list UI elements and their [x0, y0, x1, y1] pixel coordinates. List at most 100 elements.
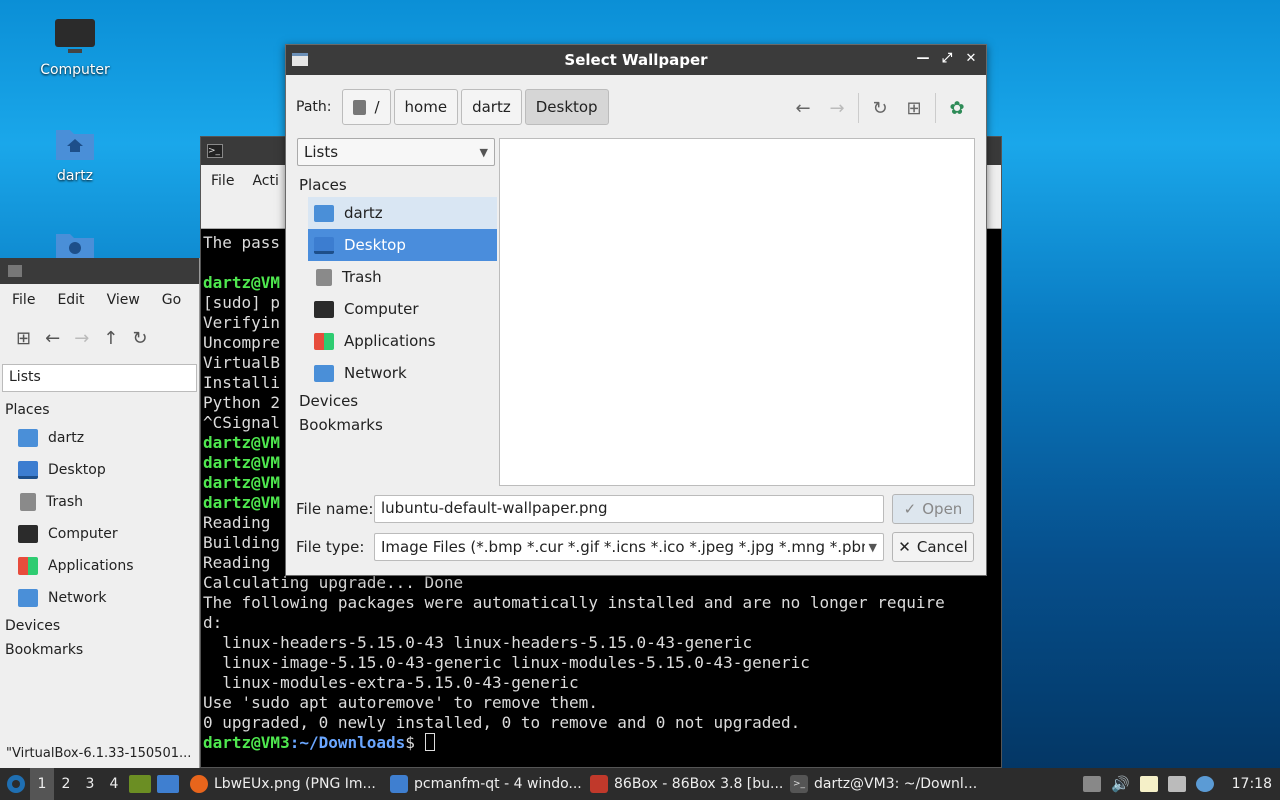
dialog-nav-buttons: ← → ↻ ⊞ ✿ [786, 93, 974, 123]
place-item-trash[interactable]: Trash [308, 261, 497, 293]
terminal-menu-actions[interactable]: Acti [252, 173, 278, 189]
up-arrow-icon[interactable]: ↑ [103, 328, 118, 349]
volume-icon[interactable]: 🔊 [1111, 775, 1130, 793]
clipboard-icon[interactable] [1139, 776, 1158, 792]
crumb-desktop[interactable]: Desktop [524, 89, 609, 125]
sidebar-item-desktop[interactable]: Desktop [0, 454, 199, 486]
maximize-icon[interactable]: ⤢ [938, 49, 956, 69]
filetype-select[interactable]: Image Files (*.bmp *.cur *.gif *.icns *.… [374, 533, 884, 561]
place-item-computer[interactable]: Computer [308, 293, 497, 325]
sidebar-item-trash[interactable]: Trash [0, 486, 199, 518]
open-button-label: Open [922, 500, 963, 518]
desktop-icon [314, 236, 334, 254]
place-label: Network [344, 364, 407, 382]
back-arrow-icon[interactable]: ← [786, 98, 820, 119]
crumb-home[interactable]: home [393, 89, 459, 125]
filetype-label: File type: [296, 538, 365, 556]
terminal-line: 0 upgraded, 0 newly installed, 0 to remo… [203, 713, 801, 732]
file-list-view[interactable] [499, 138, 975, 486]
cancel-button[interactable]: ✕ Cancel [892, 532, 974, 562]
desktop-icon-label: dartz [56, 168, 94, 184]
menu-file[interactable]: File [12, 292, 35, 308]
task-terminal[interactable]: >_ dartz@VM3: ~/Downl... [782, 768, 982, 800]
place-label: Applications [344, 332, 436, 350]
home-folder-icon [54, 124, 96, 164]
place-label: dartz [344, 204, 383, 222]
file-manager-toolbar: ⊞ ← → ↑ ↻ [0, 316, 199, 360]
menu-go[interactable]: Go [162, 292, 181, 308]
new-tab-icon[interactable]: ⊞ [16, 328, 31, 349]
workspace-4[interactable]: 4 [102, 776, 126, 792]
task-image-viewer[interactable]: LbwEUx.png (PNG Im... [182, 768, 382, 800]
workspace-2[interactable]: 2 [54, 776, 78, 792]
place-label: Computer [344, 300, 419, 318]
network-tray-icon[interactable] [1167, 776, 1186, 792]
terminal-menu-file[interactable]: File [211, 173, 234, 189]
settings-gear-icon[interactable]: ✿ [940, 98, 974, 119]
file-manager-titlebar[interactable] [0, 258, 199, 284]
86box-icon [590, 775, 608, 793]
menu-view[interactable]: View [107, 292, 140, 308]
place-item-applications[interactable]: Applications [308, 325, 497, 357]
terminal-line: d: [203, 613, 223, 632]
new-folder-icon[interactable]: ⊞ [897, 98, 931, 119]
view-mode-select[interactable]: Lists [2, 364, 197, 392]
lubuntu-logo-icon [7, 775, 25, 793]
reload-icon[interactable]: ↻ [132, 328, 147, 349]
sidebar-item-applications[interactable]: Applications [0, 550, 199, 582]
open-button[interactable]: ✓ Open [892, 494, 974, 524]
crumb-label: home [404, 98, 448, 116]
cancel-x-icon: ✕ [898, 538, 911, 556]
place-item-network[interactable]: Network [308, 357, 497, 389]
updates-icon[interactable] [1195, 776, 1214, 792]
terminal-prompt: dartz@VM [203, 273, 281, 292]
forward-arrow-icon[interactable]: → [74, 328, 89, 349]
path-bar: Path: / home dartz Desktop [296, 89, 609, 125]
sidebar-item-computer[interactable]: Computer [0, 518, 199, 550]
dialog-titlebar[interactable]: Select Wallpaper — ⤢ ✕ [286, 45, 986, 75]
filename-input[interactable]: lubuntu-default-wallpaper.png [374, 495, 884, 523]
workspace-3[interactable]: 3 [78, 776, 102, 792]
text-cursor [424, 733, 435, 751]
path-label: Path: [296, 99, 332, 115]
computer-icon [54, 18, 96, 58]
desktop-icon-home[interactable]: dartz [25, 124, 125, 184]
back-arrow-icon[interactable]: ← [45, 328, 60, 349]
sidebar-item-label: Computer [48, 526, 118, 542]
taskbar: 1 2 3 4 LbwEUx.png (PNG Im... pcmanfm-qt… [0, 768, 1280, 800]
close-icon[interactable]: ✕ [962, 49, 980, 69]
terminal-line: linux-image-5.15.0-43-generic linux-modu… [203, 653, 810, 672]
sidebar-item-dartz[interactable]: dartz [0, 422, 199, 454]
crumb-dartz[interactable]: dartz [461, 89, 522, 125]
terminal-line: The following packages were automaticall… [203, 593, 945, 612]
quicklaunch-files-icon[interactable] [129, 775, 151, 793]
forward-arrow-icon[interactable]: → [820, 98, 854, 119]
sidebar-item-label: Network [48, 590, 107, 606]
task-label: pcmanfm-qt - 4 windo... [414, 776, 582, 792]
sidebar-item-label: dartz [48, 430, 85, 446]
desktop-icon-computer[interactable]: Computer [25, 18, 125, 78]
task-86box[interactable]: 86Box - 86Box 3.8 [bu... [582, 768, 782, 800]
file-manager-window: File Edit View Go ⊞ ← → ↑ ↻ Lists Places… [0, 258, 200, 768]
menu-edit[interactable]: Edit [57, 292, 84, 308]
minimize-icon[interactable]: — [914, 49, 932, 69]
workspace-1[interactable]: 1 [30, 768, 54, 800]
terminal-prompt: dartz@VM [203, 493, 281, 512]
sidebar-item-network[interactable]: Network [0, 582, 199, 614]
reload-icon[interactable]: ↻ [863, 98, 897, 119]
terminal-current-prompt[interactable]: dartz@VM3:~/Downloads$ [203, 733, 999, 753]
toolbar-separator [935, 93, 936, 123]
clock[interactable]: 17:18 [1224, 776, 1272, 792]
view-mode-select[interactable]: Lists ▼ [297, 138, 495, 166]
tray-eject-icon[interactable] [1082, 776, 1101, 792]
toolbar-separator [858, 93, 859, 123]
place-item-desktop[interactable]: Desktop [308, 229, 497, 261]
start-menu-button[interactable] [2, 770, 30, 798]
folder-app-icon [8, 265, 22, 277]
terminal-icon: >_ [790, 775, 808, 793]
place-item-dartz[interactable]: dartz [308, 197, 497, 229]
network-icon [314, 364, 334, 382]
quicklaunch-desktop-icon[interactable] [157, 775, 179, 793]
task-pcmanfm[interactable]: pcmanfm-qt - 4 windo... [382, 768, 582, 800]
crumb-root[interactable]: / [342, 89, 391, 125]
